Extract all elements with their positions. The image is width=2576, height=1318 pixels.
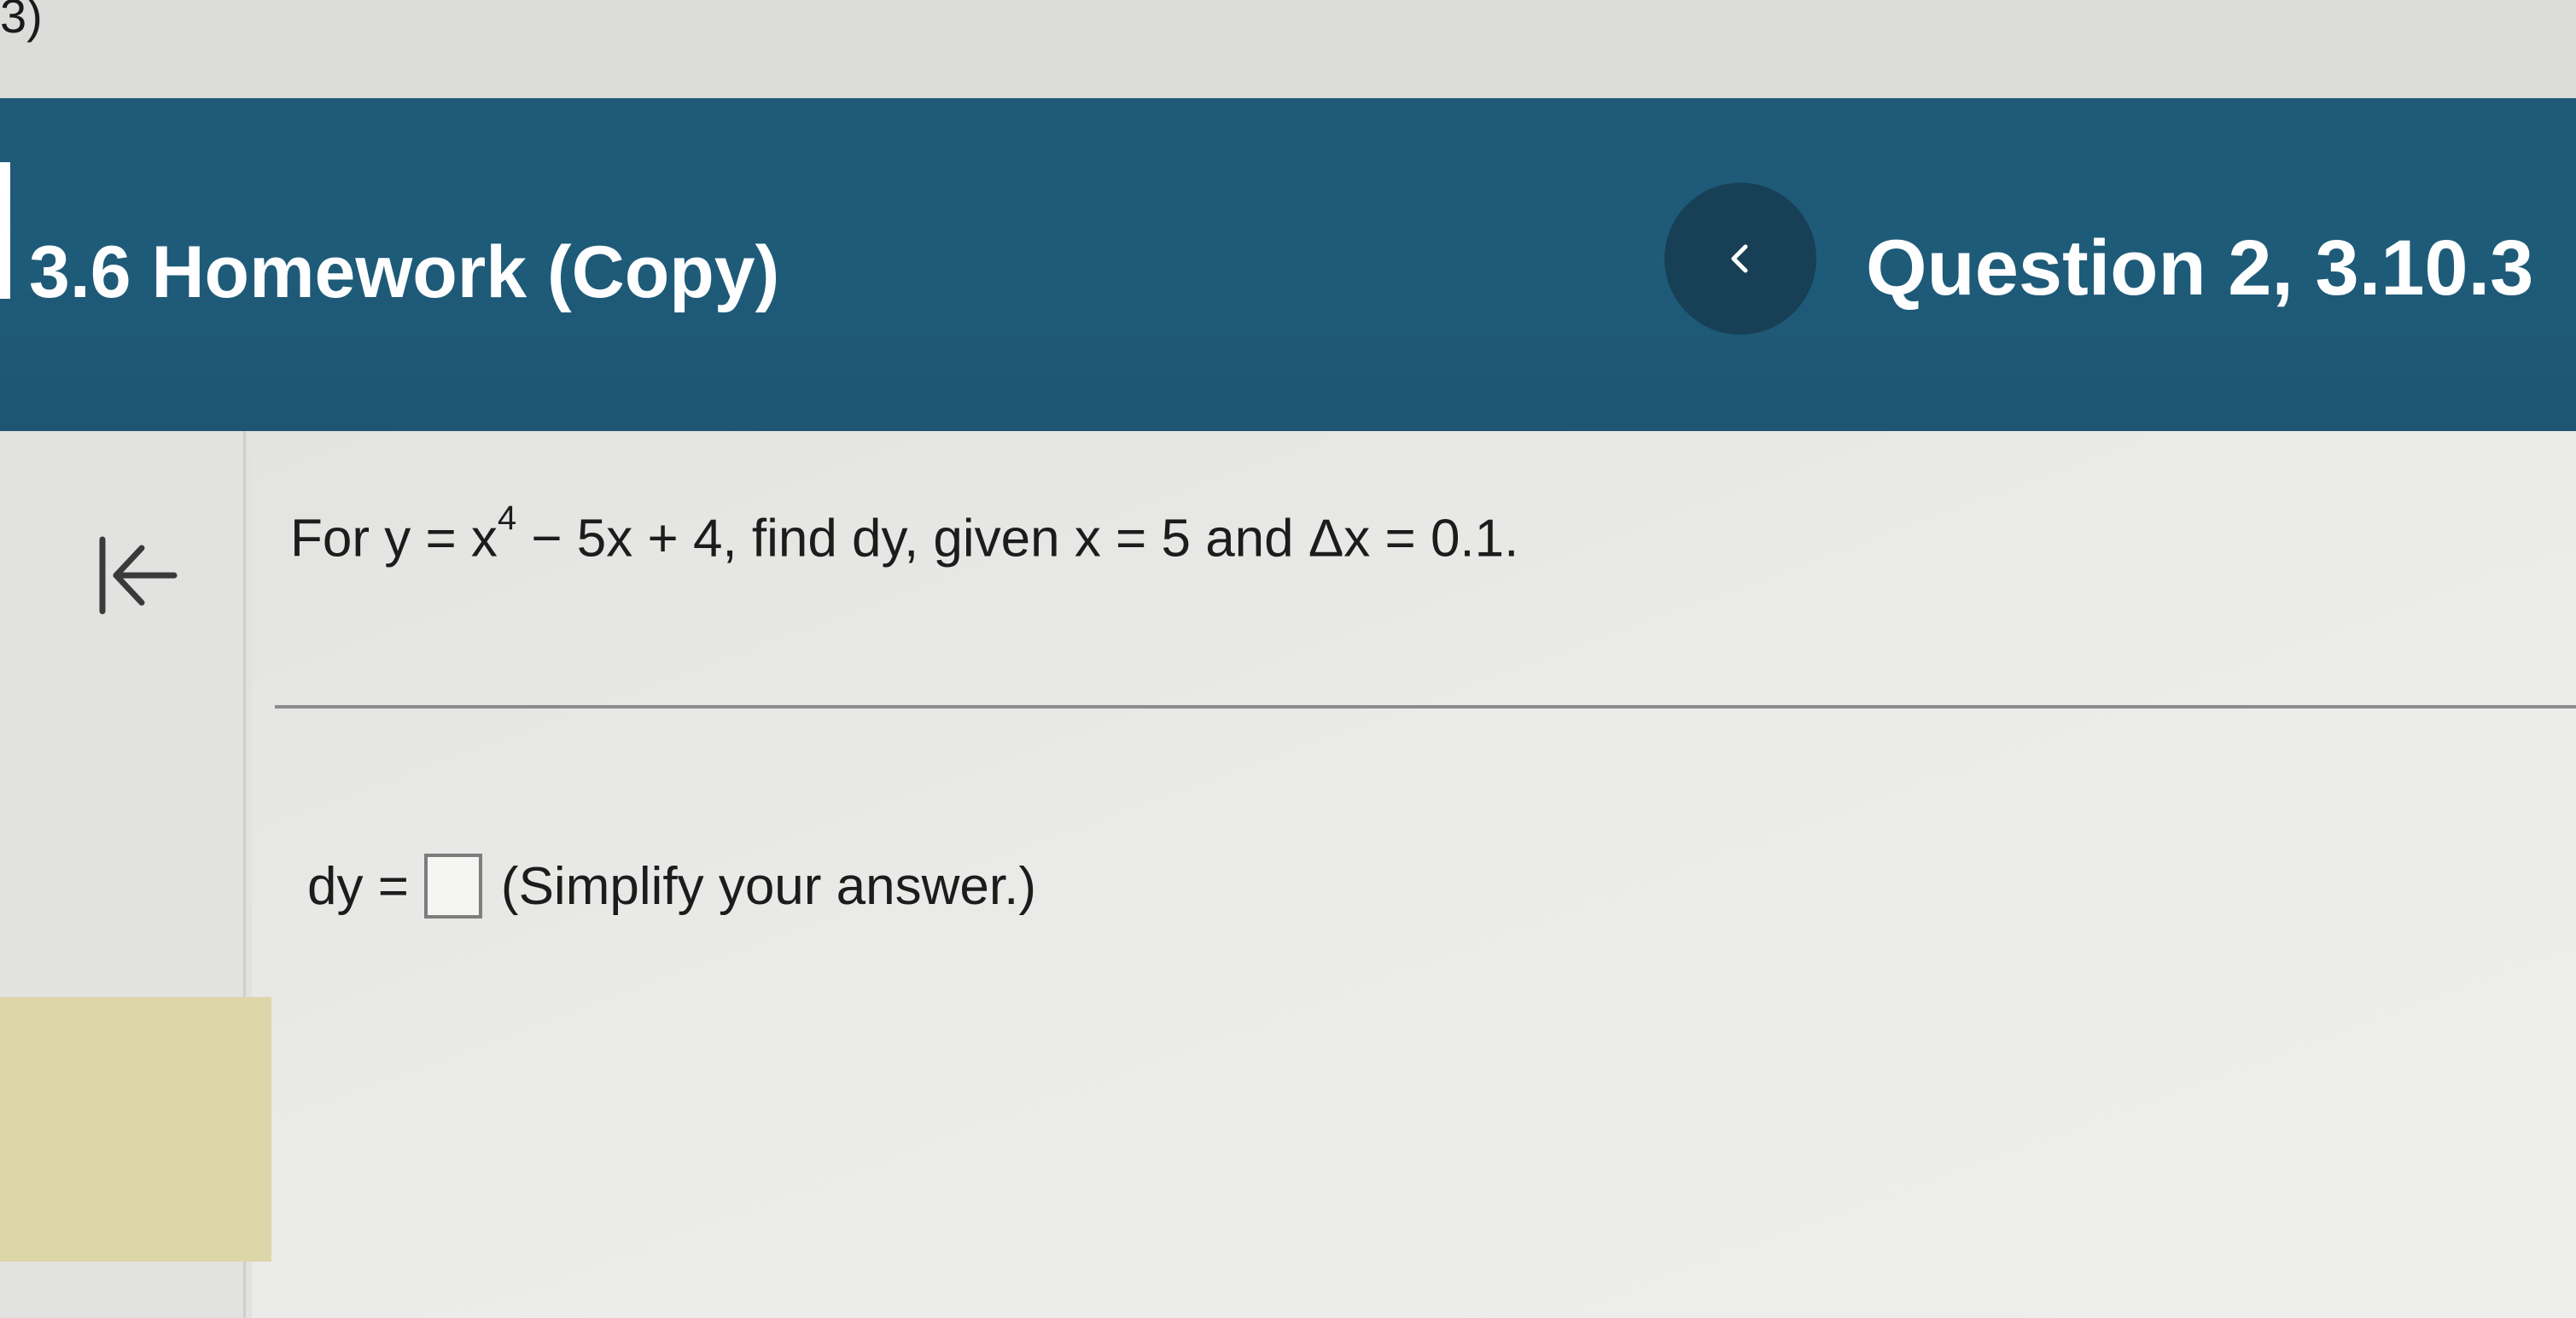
question-prompt: For y = x4 − 5x + 4, find dy, given x = … (290, 499, 1519, 569)
top-strip (0, 0, 2576, 98)
divider (275, 705, 2576, 709)
question-prefix: For y = x (290, 509, 498, 569)
yellow-panel (0, 997, 271, 1262)
question-label: Question 2, 3.10.3 (1866, 225, 2534, 312)
answer-label: dy = (307, 856, 409, 916)
course-title: 3.6 Homework (Copy) (29, 231, 780, 313)
question-suffix: − 5x + 4, find dy, given x = 5 and Δx = … (516, 509, 1519, 569)
question-exponent: 4 (497, 499, 517, 537)
collapse-left-icon[interactable] (92, 531, 181, 620)
previous-item-fragment: 3) (0, 0, 43, 43)
answer-row: dy = (Simplify your answer.) (307, 854, 1036, 919)
header-left-indicator (0, 162, 10, 299)
answer-instruction: (Simplify your answer.) (500, 856, 1036, 916)
dy-answer-input[interactable] (423, 854, 482, 919)
previous-question-button[interactable] (1664, 183, 1816, 335)
chevron-left-icon (1731, 244, 1748, 273)
